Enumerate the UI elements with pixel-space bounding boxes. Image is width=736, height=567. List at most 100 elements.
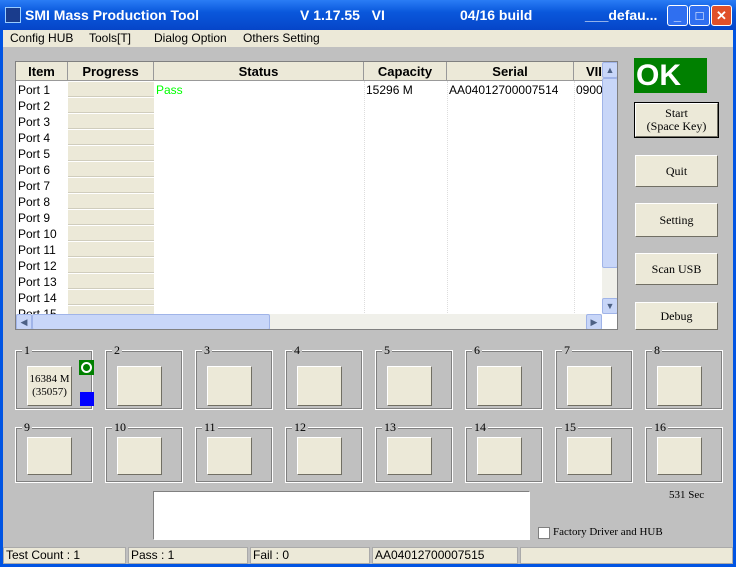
progress-bar (68, 178, 154, 193)
quit-button[interactable]: Quit (635, 155, 718, 187)
port-label: 10 (112, 420, 128, 435)
cell-vid (576, 210, 602, 226)
port-button[interactable] (27, 437, 72, 475)
progress-bar (68, 162, 154, 177)
port-label: 14 (472, 420, 488, 435)
port-button[interactable] (657, 366, 702, 406)
cell-vid: 0900 (576, 83, 602, 97)
port-label: 6 (472, 343, 482, 358)
port-group: 14 (465, 420, 543, 483)
port-label: 4 (292, 343, 302, 358)
ok-indicator: OK (634, 58, 707, 93)
port-button[interactable] (297, 437, 342, 475)
setting-button[interactable]: Setting (635, 203, 718, 237)
cell-item: Port 11 (18, 243, 56, 257)
menu-dialog-option[interactable]: Dialog Option (154, 31, 227, 45)
cell-vid (576, 194, 602, 210)
cell-item: Port 8 (18, 195, 51, 209)
col-status[interactable]: Status (154, 62, 364, 81)
port-group: 4 (285, 343, 363, 410)
elapsed-time: 531 Sec (669, 489, 705, 501)
status-extra (520, 547, 733, 564)
cell-item: Port 12 (18, 259, 57, 273)
cell-serial: AA04012700007514 (449, 83, 559, 97)
cell-vid (576, 274, 602, 290)
port-group: 3 (195, 343, 273, 410)
vertical-scrollbar[interactable]: ▲ ▼ (602, 62, 617, 314)
horizontal-scrollbar[interactable]: ◀ ▶ (16, 314, 602, 329)
port-button[interactable] (567, 437, 612, 475)
port-label: 5 (382, 343, 392, 358)
port-button[interactable] (207, 437, 252, 475)
hscroll-thumb[interactable] (32, 314, 270, 329)
port-label: 15 (562, 420, 578, 435)
progress-bar (68, 130, 154, 145)
port-group: 1 16384 M (35057) (15, 343, 94, 410)
cell-item: Port 13 (18, 275, 57, 289)
port-button[interactable] (297, 366, 342, 406)
cell-item: Port 7 (18, 179, 51, 193)
cell-status: Pass (156, 83, 183, 97)
port-group: 11 (195, 420, 273, 483)
port-button[interactable] (117, 366, 162, 406)
scroll-thumb[interactable] (602, 78, 617, 268)
port-button[interactable] (657, 437, 702, 475)
progress-bar (68, 114, 154, 129)
menu-config-hub[interactable]: Config HUB (10, 31, 73, 45)
port-activity-indicator (80, 392, 94, 406)
port-button[interactable] (477, 366, 522, 406)
port-button[interactable] (207, 366, 252, 406)
port-group: 16 (645, 420, 723, 483)
minimize-button[interactable]: _ (667, 5, 688, 26)
close-button[interactable]: ✕ (711, 5, 732, 26)
window-title: SMI Mass Production Tool (25, 7, 199, 23)
client-area: Config HUB Tools[T] Dialog Option Others… (3, 30, 733, 564)
title-bar: SMI Mass Production Tool V 1.17.55 VI 04… (0, 0, 736, 30)
scan-usb-button[interactable]: Scan USB (635, 253, 718, 285)
port-group: 7 (555, 343, 633, 410)
scroll-up-button[interactable]: ▲ (602, 62, 617, 78)
factory-driver-checkbox[interactable] (538, 527, 550, 539)
col-serial[interactable]: Serial (447, 62, 574, 81)
col-item[interactable]: Item (16, 62, 68, 81)
menu-tools[interactable]: Tools[T] (89, 31, 131, 45)
start-button[interactable]: Start (Space Key) (634, 102, 719, 138)
port-label: 3 (202, 343, 212, 358)
port-button[interactable]: 16384 M (35057) (27, 366, 72, 406)
cell-item: Port 4 (18, 131, 51, 145)
cell-vid (576, 178, 602, 194)
cell-vid (576, 290, 602, 306)
port-label: 2 (112, 343, 122, 358)
scroll-left-button[interactable]: ◀ (16, 314, 32, 329)
port-button[interactable] (387, 437, 432, 475)
progress-bar (68, 274, 154, 289)
cell-item: Port 10 (18, 227, 57, 241)
status-bar: Test Count : 1 Pass : 1 Fail : 0 AA04012… (3, 546, 733, 564)
port-button[interactable] (387, 366, 432, 406)
port-button[interactable] (477, 437, 522, 475)
config-name: ___defau... (585, 7, 658, 23)
progress-bar (68, 82, 154, 97)
cell-item: Port 5 (18, 147, 51, 161)
port-label: 7 (562, 343, 572, 358)
col-progress[interactable]: Progress (68, 62, 154, 81)
port-label: 16 (652, 420, 668, 435)
port-group: 5 (375, 343, 453, 410)
cell-item: Port 6 (18, 163, 51, 177)
port-button[interactable] (117, 437, 162, 475)
menu-others-setting[interactable]: Others Setting (243, 31, 320, 45)
port-group: 10 (105, 420, 183, 483)
debug-button[interactable]: Debug (635, 302, 718, 330)
progress-bar (68, 210, 154, 225)
port-label: 12 (292, 420, 308, 435)
factory-driver-label[interactable]: Factory Driver and HUB (553, 526, 663, 538)
scroll-right-button[interactable]: ▶ (586, 314, 602, 329)
scroll-down-button[interactable]: ▼ (602, 298, 617, 314)
col-capacity[interactable]: Capacity (364, 62, 447, 81)
port-label: 13 (382, 420, 398, 435)
progress-bar (68, 146, 154, 161)
progress-bar (68, 242, 154, 257)
port-button[interactable] (567, 366, 612, 406)
cell-item: Port 14 (18, 291, 57, 305)
maximize-button[interactable]: □ (689, 5, 710, 26)
